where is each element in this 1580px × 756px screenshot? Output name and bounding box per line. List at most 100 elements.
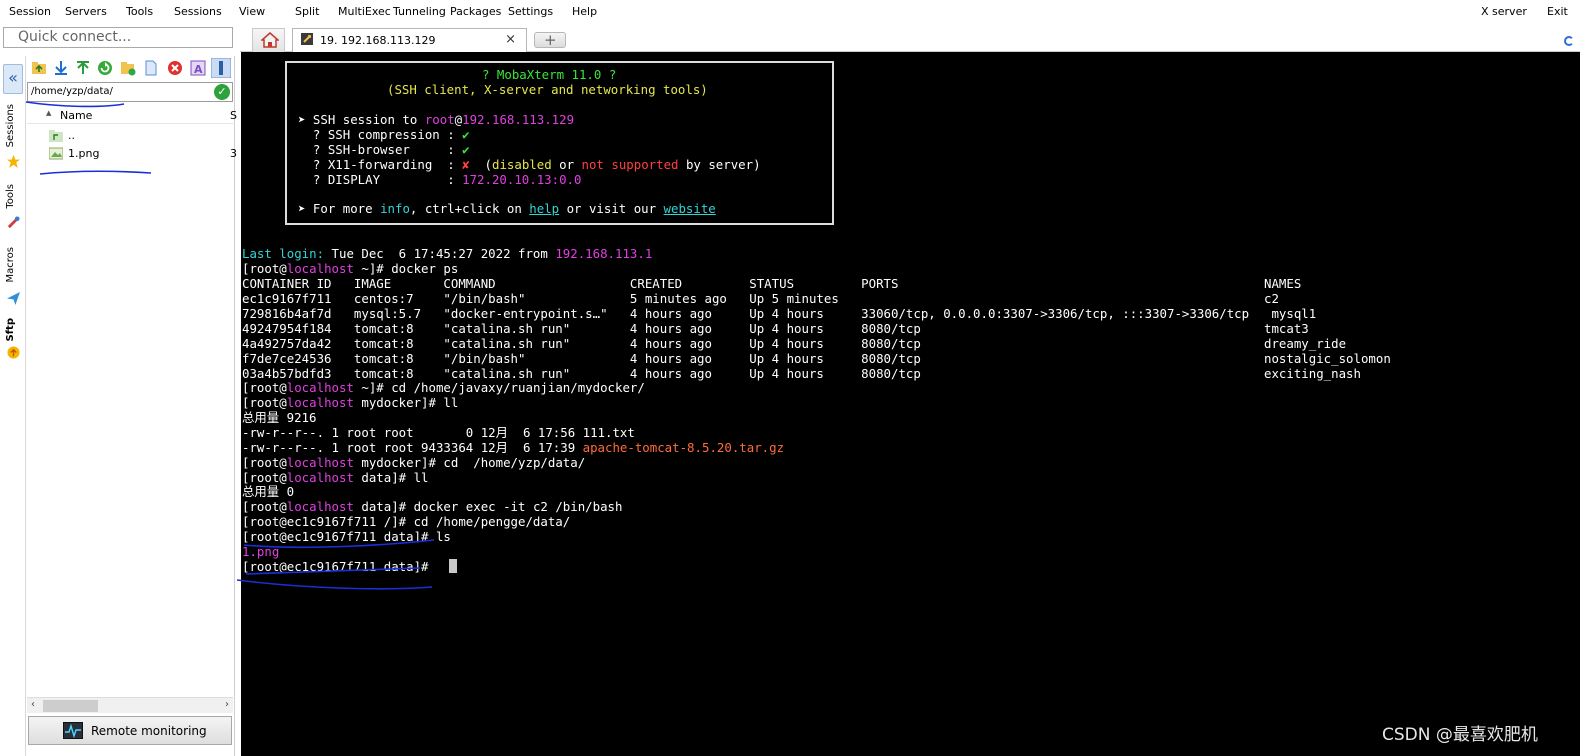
spinner-icon (1564, 36, 1574, 46)
column-size[interactable]: S (230, 109, 237, 122)
prompt-line: [root@localhost data]# ll (242, 470, 429, 485)
prompt-line: [root@localhost mydocker]# cd /home/yzp/… (242, 455, 586, 470)
banner-compression: ? SSH compression : ✔ (298, 127, 470, 142)
tools-icon (7, 216, 20, 229)
remote-monitoring-button[interactable]: Remote monitoring (28, 716, 232, 745)
new-file-icon[interactable] (143, 60, 159, 76)
menu-sessions[interactable]: Sessions (174, 5, 222, 18)
terminal[interactable]: ? MobaXterm 11.0 ? (SSH client, X-server… (241, 52, 1580, 756)
home-tab[interactable] (252, 28, 285, 52)
file-size: 3 (230, 147, 237, 160)
menu-servers[interactable]: Servers (65, 5, 107, 18)
follow-terminal-icon[interactable] (211, 58, 231, 78)
svg-text:A: A (194, 63, 203, 76)
menu-view[interactable]: View (239, 5, 265, 18)
new-folder-icon[interactable] (120, 60, 136, 76)
docker-ps-row: 729816b4af7d mysql:5.7 "docker-entrypoin… (242, 306, 1317, 321)
scroll-left-icon[interactable]: ‹ (31, 699, 35, 710)
ls-total-line: 总用量 9216 (242, 410, 317, 425)
delete-icon[interactable] (167, 60, 183, 76)
watermark: CSDN @最喜欢肥机 (1382, 725, 1538, 745)
container-prompt-line: [root@ec1c9167f711 data]# ls (242, 529, 451, 544)
image-file-icon (49, 147, 63, 160)
home-icon (261, 32, 279, 48)
sftp-column-header: ▲ Name S (27, 106, 237, 124)
remote-monitoring-label: Remote monitoring (91, 724, 207, 738)
website-link[interactable]: website (664, 201, 716, 216)
ls-row: -rw-r--r--. 1 root root 9433364 12月 6 17… (242, 440, 785, 455)
menu-help[interactable]: Help (572, 5, 597, 18)
monitor-icon (63, 722, 83, 739)
menu-x-server[interactable]: X server (1481, 5, 1527, 18)
banner-subtitle-line: (SSH client, X-server and networking too… (387, 82, 708, 97)
sftp-path-value: /home/yzp/data/ (31, 86, 113, 97)
docker-ps-row: 4a492757da42 tomcat:8 "catalina.sh run" … (242, 336, 1347, 351)
sort-asc-icon: ▲ (46, 109, 52, 117)
file-row-1png[interactable]: 1.png 3 (49, 146, 237, 162)
container-prompt-line: [root@ec1c9167f711 /]# cd /home/pengge/d… (242, 514, 571, 529)
ls-row: -rw-r--r--. 1 root root 0 12月 6 17:56 11… (242, 425, 635, 440)
help-link[interactable]: help (529, 201, 559, 216)
prompt-line: [root@localhost ~]# docker ps (242, 261, 459, 276)
folder-up-icon (49, 130, 63, 142)
scroll-right-icon[interactable]: › (225, 699, 229, 710)
column-name[interactable]: Name (60, 109, 92, 122)
close-icon[interactable]: × (505, 32, 516, 47)
star-icon (7, 155, 20, 168)
sftp-panel: A /home/yzp/data/ ✓ ▲ Name S .. 1.png 3 … (27, 56, 237, 756)
sidebar-tab-tools[interactable]: Tools (5, 184, 16, 209)
ls-output-line: 1.png (242, 544, 280, 559)
path-go-button[interactable]: ✓ (214, 84, 230, 100)
tab-session-label: 19. 192.168.113.129 (320, 34, 436, 47)
docker-ps-row: 03a4b57bdfd3 tomcat:8 "catalina.sh run" … (242, 366, 1361, 381)
banner-title-line: ? MobaXterm 11.0 ? (482, 67, 617, 82)
menu-tools[interactable]: Tools (126, 5, 153, 18)
menu-multiexec[interactable]: MultiExec (338, 5, 391, 18)
banner-browser: ? SSH-browser : ✔ (298, 142, 470, 157)
new-tab-button[interactable]: + (534, 31, 566, 49)
menu-exit[interactable]: Exit (1547, 5, 1568, 18)
last-login-line: Last login: Tue Dec 6 17:45:27 2022 from… (242, 246, 653, 261)
upload-icon[interactable] (75, 60, 91, 76)
menu-session[interactable]: Session (9, 5, 51, 18)
prompt-line: [root@localhost ~]# cd /home/javaxy/ruan… (242, 380, 645, 395)
menu-split[interactable]: Split (295, 5, 319, 18)
tab-session[interactable]: 19. 192.168.113.129 × (292, 28, 527, 52)
terminal-cursor (449, 559, 457, 573)
menu-bar: Session Servers Tools Sessions View Spli… (0, 0, 1580, 24)
paper-plane-icon (7, 292, 20, 305)
banner-more: ➤ For more info, ctrl+click on help or v… (298, 201, 716, 216)
menu-tunneling[interactable]: Tunneling (393, 5, 446, 18)
sidebar-tab-sessions[interactable]: Sessions (5, 104, 16, 147)
download-icon[interactable] (53, 60, 69, 76)
prompt-line: [root@localhost mydocker]# ll (242, 395, 459, 410)
plus-icon: + (544, 31, 557, 49)
docker-ps-row: ec1c9167f711 centos:7 "/bin/bash" 5 minu… (242, 291, 1279, 306)
banner-x11: ? X11-forwarding : ✘ (disabled or not su… (298, 157, 761, 172)
rename-icon[interactable]: A (190, 60, 206, 76)
sftp-horizontal-scrollbar[interactable]: ‹ › (27, 697, 233, 713)
left-vertical-sidebar: « Sessions Tools Macros Sftp (0, 56, 26, 756)
wrench-icon (301, 33, 313, 45)
sftp-path-input[interactable]: /home/yzp/data/ ✓ (27, 82, 233, 102)
file-name: 1.png (68, 147, 100, 160)
refresh-icon[interactable] (97, 60, 113, 76)
sidebar-tab-sftp[interactable]: Sftp (5, 318, 16, 342)
ls-total-line: 总用量 0 (242, 484, 295, 499)
quick-connect-input[interactable]: Quick connect... (3, 27, 233, 48)
docker-ps-row: f7de7ce24536 tomcat:8 "/bin/bash" 4 hour… (242, 351, 1391, 366)
scroll-thumb[interactable] (43, 700, 98, 712)
sftp-icon (7, 346, 20, 359)
sidebar-tab-macros[interactable]: Macros (5, 247, 16, 282)
parent-folder-icon[interactable] (31, 60, 47, 76)
container-prompt-line: [root@ec1c9167f711 data]# (242, 559, 436, 574)
file-name: .. (68, 129, 75, 142)
check-icon: ✓ (217, 85, 227, 98)
menu-settings[interactable]: Settings (508, 5, 553, 18)
banner-display: ? DISPLAY : 172.20.10.13:0.0 (298, 172, 582, 187)
prompt-line: [root@localhost data]# docker exec -it c… (242, 499, 623, 514)
sftp-toolbar: A (27, 56, 235, 80)
menu-packages[interactable]: Packages (450, 5, 501, 18)
collapse-sidebar-button[interactable]: « (3, 64, 23, 94)
docker-ps-header: CONTAINER ID IMAGE COMMAND CREATED STATU… (242, 276, 1302, 291)
